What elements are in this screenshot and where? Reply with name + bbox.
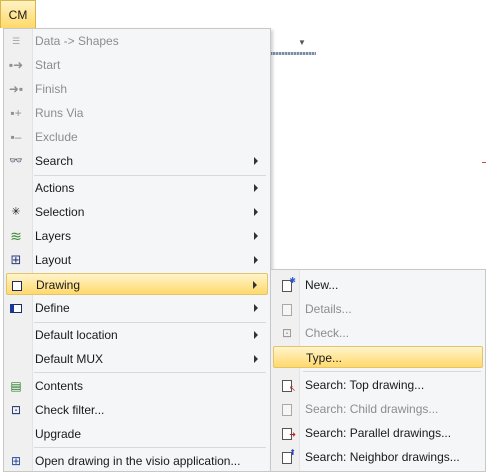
visio-icon: ⊞ <box>10 454 22 468</box>
start-arrow-icon: ▪➜ <box>8 58 24 72</box>
submenu-item-label: New... <box>305 278 339 292</box>
menu-item-label: Drawing <box>36 278 81 292</box>
menu-separator <box>303 371 481 372</box>
submenu-item-search-top-drawing[interactable]: ↖ Search: Top drawing... <box>273 374 483 396</box>
menu-item-actions[interactable]: Actions <box>6 177 268 199</box>
menu-item-label: Layout <box>35 253 72 267</box>
drawing-icon <box>9 277 25 293</box>
new-drawing-icon: ✱ <box>279 276 296 293</box>
menu-item-layout[interactable]: ⊞ Layout <box>6 249 268 271</box>
menu-item-start[interactable]: ▪➜ Start <box>6 54 268 76</box>
menu-item-open-in-visio[interactable]: ⊞ Open drawing in the visio application.… <box>6 450 268 472</box>
details-icon <box>279 301 295 317</box>
child-drawings-icon <box>279 401 295 417</box>
menu-item-label: Upgrade <box>35 427 82 441</box>
selection-icon: ✳ <box>11 206 21 218</box>
check-filter-icon: ⊡ <box>10 403 22 417</box>
submenu-arrow-icon <box>254 232 258 240</box>
submenu-arrow-icon <box>254 208 258 216</box>
background-dropdown-caret-icon: ▼ <box>298 38 306 47</box>
neighbor-drawings-icon: ⬆ <box>279 448 296 465</box>
binoculars-icon: 👓 <box>9 155 23 167</box>
runs-via-icon: ▪+ <box>10 106 22 120</box>
submenu-item-label: Search: Parallel drawings... <box>305 426 452 440</box>
submenu-arrow-icon <box>254 157 258 165</box>
menu-item-define[interactable]: Define <box>6 297 268 319</box>
menu-item-drawing[interactable]: Drawing <box>6 273 268 295</box>
menu-separator <box>34 447 266 448</box>
background-connector-line <box>270 52 316 55</box>
cm-menu-tab[interactable]: CM <box>0 0 36 28</box>
top-drawing-icon: ↖ <box>279 377 296 393</box>
menu-item-layers[interactable]: ≋ Layers <box>6 225 268 247</box>
menu-item-label: Finish <box>35 82 68 96</box>
menu-item-label: Default location <box>35 328 118 342</box>
menu-item-data-shapes[interactable]: ☰ Data -> Shapes <box>6 30 268 52</box>
exclude-icon: ▪– <box>10 130 22 144</box>
menu-item-runs-via[interactable]: ▪+ Runs Via <box>6 102 268 124</box>
check-icon: ⊡ <box>281 326 293 340</box>
submenu-item-label: Search: Top drawing... <box>305 378 425 392</box>
submenu-arrow-icon <box>254 304 258 312</box>
menu-item-label: Search <box>35 154 74 168</box>
menu-item-label: Check filter... <box>35 403 105 417</box>
submenu-item-label: Search: Neighbor drawings... <box>305 450 460 464</box>
submenu-arrow-icon <box>254 355 258 363</box>
submenu-arrow-icon <box>254 331 258 339</box>
menu-item-selection[interactable]: ✳ Selection <box>6 201 268 223</box>
menu-item-label: Define <box>35 301 70 315</box>
submenu-item-label: Type... <box>306 351 343 365</box>
menu-item-label: Exclude <box>35 130 78 144</box>
submenu-item-search-child-drawings[interactable]: Search: Child drawings... <box>273 398 483 420</box>
menu-item-label: Actions <box>35 181 75 195</box>
menu-item-upgrade[interactable]: Upgrade <box>6 423 268 445</box>
menu-item-check-filter[interactable]: ⊡ Check filter... <box>6 399 268 421</box>
submenu-item-label: Search: Child drawings... <box>305 402 439 416</box>
layout-icon: ⊞ <box>10 252 22 267</box>
menu-item-label: Layers <box>35 229 72 243</box>
menu-item-exclude[interactable]: ▪– Exclude <box>6 126 268 148</box>
menu-item-search[interactable]: 👓 Search <box>6 150 268 172</box>
menu-item-default-location[interactable]: Default location <box>6 324 268 346</box>
define-icon <box>8 300 24 316</box>
submenu-item-search-parallel-drawings[interactable]: ➜ Search: Parallel drawings... <box>273 422 483 444</box>
submenu-item-check[interactable]: ⊡ Check... <box>273 322 483 344</box>
menu-item-label: Open drawing in the visio application... <box>35 454 241 468</box>
background-mark <box>482 162 486 163</box>
submenu-item-label: Check... <box>305 326 350 340</box>
submenu-arrow-icon <box>254 184 258 192</box>
cm-context-menu: ☰ Data -> Shapes ▪➜ Start ➜▪ Finish ▪+ R… <box>3 28 271 472</box>
menu-item-label: Contents <box>35 379 84 393</box>
menu-separator <box>34 372 266 373</box>
submenu-item-new[interactable]: ✱ New... <box>273 274 483 296</box>
layers-icon: ≋ <box>10 228 22 244</box>
finish-arrow-icon: ➜▪ <box>8 82 24 96</box>
menu-item-label: Runs Via <box>35 106 84 120</box>
submenu-item-search-neighbor-drawings[interactable]: ⬆ Search: Neighbor drawings... <box>273 446 483 468</box>
parallel-drawings-icon: ➜ <box>279 425 296 441</box>
drawing-submenu: ✱ New... Details... ⊡ Check... Type... ↖… <box>270 269 486 472</box>
menu-item-default-mux[interactable]: Default MUX <box>6 348 268 370</box>
submenu-arrow-icon <box>254 256 258 264</box>
submenu-item-details[interactable]: Details... <box>273 298 483 320</box>
menu-item-label: Selection <box>35 205 85 219</box>
menu-item-label: Data -> Shapes <box>35 34 119 48</box>
menu-item-label: Default MUX <box>35 352 104 366</box>
menu-separator <box>34 322 266 323</box>
submenu-arrow-icon <box>253 281 257 289</box>
submenu-item-type[interactable]: Type... <box>273 346 483 368</box>
menu-separator <box>34 175 266 176</box>
submenu-item-label: Details... <box>305 302 352 316</box>
menu-item-finish[interactable]: ➜▪ Finish <box>6 78 268 100</box>
menu-item-label: Start <box>35 58 61 72</box>
contents-icon: ▤ <box>10 379 22 393</box>
data-shapes-icon: ☰ <box>11 36 21 46</box>
menu-item-contents[interactable]: ▤ Contents <box>6 375 268 397</box>
